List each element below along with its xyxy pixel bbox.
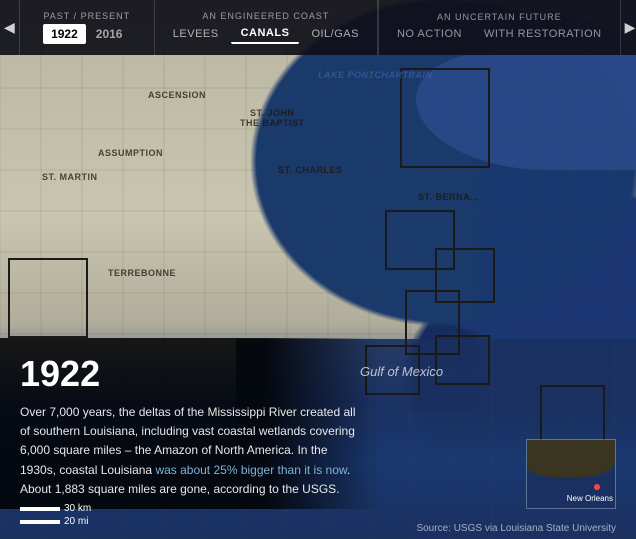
- scale-bar: 30 km 20 mi: [20, 503, 91, 529]
- uncertain-future-label: AN UNCERTAIN FUTURE: [437, 10, 562, 23]
- source-attribution: Source: USGS via Louisiana State Univers…: [416, 523, 616, 534]
- mini-map-background: New Orleans: [527, 440, 615, 508]
- scale-bar-graphic-mi: [20, 520, 60, 524]
- info-body: Over 7,000 years, the deltas of the Miss…: [20, 403, 360, 499]
- uncertain-future-section: AN UNCERTAIN FUTURE NO ACTION WITH RESTO…: [378, 0, 620, 55]
- scale-line-km: 30 km: [20, 503, 91, 514]
- engineered-coast-items: LEVEES CANALS OIL/GAS: [155, 22, 377, 46]
- tab-no-action[interactable]: NO ACTION: [387, 25, 472, 43]
- tab-oilgas[interactable]: OIL/GAS: [301, 25, 369, 43]
- scale-label-km: 30 km: [64, 503, 91, 514]
- tab-levees[interactable]: LEVEES: [163, 25, 229, 43]
- uncertain-future-items: NO ACTION WITH RESTORATION: [379, 23, 620, 45]
- tab-with-restoration[interactable]: WITH RESTORATION: [474, 25, 612, 43]
- scale-label-mi: 20 mi: [64, 516, 88, 527]
- nav-left-arrow-section: ◀: [0, 0, 20, 55]
- engineered-coast-section: AN ENGINEERED COAST LEVEES CANALS OIL/GA…: [155, 0, 378, 55]
- year-title: 1922: [20, 353, 360, 395]
- past-present-items: 1922 2016: [35, 22, 138, 46]
- scale-bar-graphic-km: [20, 507, 60, 511]
- year-1922-button[interactable]: 1922: [43, 24, 86, 44]
- info-panel: 1922 Over 7,000 years, the deltas of the…: [0, 338, 380, 509]
- scale-line-mi: 20 mi: [20, 516, 91, 527]
- nav-right-arrow[interactable]: ▶: [621, 17, 636, 38]
- nav-right-arrow-section: ▶: [620, 0, 636, 55]
- map-rect-5: [435, 335, 490, 385]
- top-navigation: ◀ PAST / PRESENT 1922 2016 AN ENGINEERED…: [0, 0, 636, 55]
- info-text-highlight: was about 25% bigger than it is now: [155, 463, 346, 477]
- year-2016-button[interactable]: 2016: [88, 24, 131, 44]
- gulf-of-mexico-label: Gulf of Mexico: [360, 364, 443, 379]
- map-rect-1: [400, 68, 490, 168]
- nav-left-arrow[interactable]: ◀: [0, 17, 19, 38]
- mini-map-land: [527, 440, 615, 477]
- engineered-coast-label: AN ENGINEERED COAST: [202, 9, 329, 22]
- mini-map-city-label: New Orleans: [567, 494, 613, 503]
- past-present-section: PAST / PRESENT 1922 2016: [20, 0, 155, 55]
- tab-canals[interactable]: CANALS: [231, 24, 300, 44]
- mini-map-dot: [594, 484, 600, 490]
- mini-map: New Orleans: [526, 439, 616, 509]
- past-present-label: PAST / PRESENT: [43, 9, 130, 22]
- map-rect-8: [8, 258, 88, 338]
